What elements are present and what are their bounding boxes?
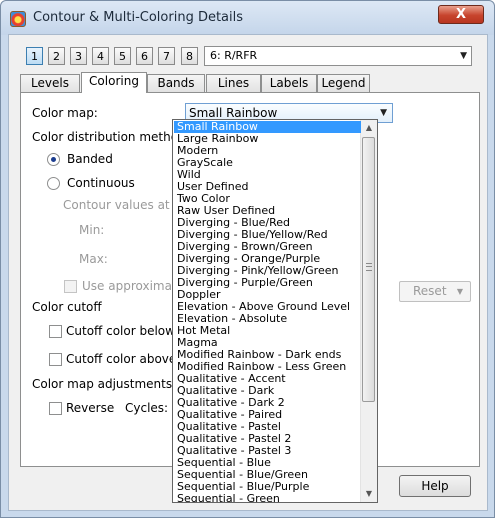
color-cutoff-label: Color cutoff [32,300,102,314]
app-icon [10,11,26,27]
cutoff-above-label: Cutoff color above: [66,352,181,366]
reset-label: Reset [413,284,447,298]
dropdown-scrollbar[interactable]: ▲ ▼ [360,120,377,502]
cutoff-above-checkbox[interactable] [49,353,62,366]
plot-button-8[interactable]: 8 [181,47,198,65]
continuous-label: Continuous [67,176,135,190]
title-bar[interactable]: Contour & Multi-Coloring Details X [1,1,494,35]
plot-button-5[interactable]: 5 [114,47,131,65]
color-map-label: Color map: [32,106,98,120]
tab-levels[interactable]: Levels [20,74,80,92]
close-button[interactable]: X [438,5,484,24]
tab-bands[interactable]: Bands [147,74,205,92]
chevron-down-icon: ▼ [456,287,463,296]
tab-coloring[interactable]: Coloring [81,72,147,93]
continuous-radio[interactable] [47,177,60,190]
help-button[interactable]: Help [399,475,471,497]
tab-labels[interactable]: Labels [261,74,317,92]
plot-select[interactable]: 6: R/RFR ▼ [204,46,472,66]
grip-icon [366,263,372,271]
color-map-dropdown-list: ▲ ▼ Small Rainbow Large Rainbow Modern Gray… [172,119,378,503]
plot-button-3[interactable]: 3 [70,47,87,65]
reset-button[interactable]: Reset ▼ [399,281,471,302]
distribution-method-label: Color distribution method [32,130,186,144]
scroll-up-arrow-icon[interactable]: ▲ [361,120,377,136]
tab-lines[interactable]: Lines [206,74,261,92]
reverse-checkbox[interactable] [49,402,62,415]
cutoff-below-checkbox[interactable] [49,325,62,338]
contour-values-label: Contour values at co [63,198,188,212]
scroll-down-arrow-icon[interactable]: ▼ [361,486,377,502]
window-title: Contour & Multi-Coloring Details [33,10,244,25]
plot-select-value: 6: R/RFR [210,49,258,62]
chevron-down-icon: ▼ [460,51,467,61]
reverse-label: Reverse [66,401,115,415]
cycles-label: Cycles: [125,401,169,415]
banded-radio[interactable] [47,153,60,166]
chevron-down-icon: ▼ [380,108,387,118]
plot-button-2[interactable]: 2 [48,47,65,65]
map-adjustments-label: Color map adjustments [32,377,173,391]
cutoff-below-label: Cutoff color below: [66,324,179,338]
scroll-thumb[interactable] [362,137,375,402]
plot-button-7[interactable]: 7 [158,47,175,65]
color-map-value: Small Rainbow [189,106,278,120]
plot-button-4[interactable]: 4 [92,47,109,65]
banded-label: Banded [67,152,113,166]
min-label: Min: [79,223,105,237]
max-label: Max: [79,252,108,266]
plot-button-6[interactable]: 6 [136,47,153,65]
dropdown-option[interactable]: Sequential - Green [174,493,361,503]
use-approximate-checkbox[interactable] [64,280,77,293]
tab-legend[interactable]: Legend [317,74,370,92]
dropdown-option[interactable]: GrayScale [174,157,361,169]
plot-button-1[interactable]: 1 [26,47,43,65]
dialog-window: Contour & Multi-Coloring Details X 12345… [0,0,495,518]
